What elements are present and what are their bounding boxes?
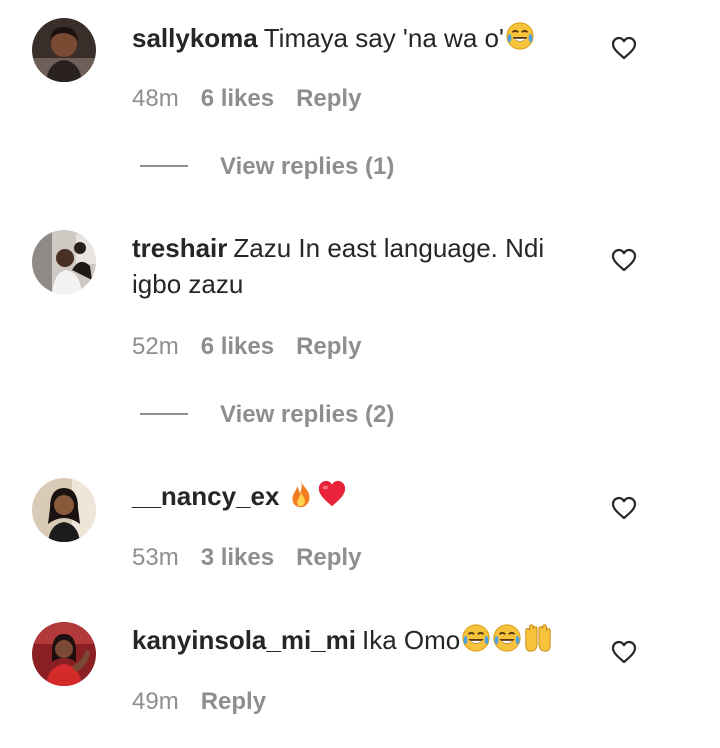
comment-text: treshair Zazu In east language. Ndi igbo … [132,230,582,302]
comment-username[interactable]: treshair [132,233,227,263]
view-replies-label: View replies (1) [220,153,395,180]
avatar[interactable] [32,230,96,294]
comment-likes[interactable]: 3 likes [201,544,274,571]
comment-username[interactable]: __nancy_ex [132,481,279,511]
reply-button[interactable]: Reply [296,85,361,112]
comment-likes[interactable]: 6 likes [201,85,274,112]
comment-time: 53m [132,544,179,571]
divider-line [140,164,188,167]
laughing-tears-emoji-icon [505,21,535,51]
fire-emoji-icon [286,479,316,509]
comment-username[interactable]: sallykoma [132,23,258,53]
avatar[interactable] [32,622,96,686]
comment-time: 49m [132,688,179,715]
comment-time: 48m [132,85,179,112]
comment-body: Ika Omo [362,625,461,655]
divider-line [140,412,188,415]
reply-button[interactable]: Reply [201,688,266,715]
comment-meta: 53m 3 likes Reply [132,543,383,573]
comment-likes[interactable]: 6 likes [201,333,274,360]
comment-text: sallykoma Timaya say 'na wa o' [132,20,582,56]
comment-meta: 49m Reply [132,687,288,717]
like-heart-icon[interactable] [610,246,638,274]
like-heart-icon[interactable] [610,638,638,666]
view-replies-button[interactable]: View replies (1) [140,152,394,182]
avatar[interactable] [32,18,96,82]
avatar[interactable] [32,478,96,542]
reply-button[interactable]: Reply [296,333,361,360]
comment-text: __nancy_ex [132,478,582,514]
view-replies-label: View replies (2) [220,401,395,428]
reply-button[interactable]: Reply [296,544,361,571]
comment-text: kanyinsola_mi_mi Ika Omo [132,622,582,658]
red-heart-emoji-icon [317,479,347,509]
like-heart-icon[interactable] [610,494,638,522]
laughing-tears-emoji-icon [492,623,522,653]
view-replies-button[interactable]: View replies (2) [140,400,394,430]
comment-username[interactable]: kanyinsola_mi_mi [132,625,356,655]
raised-hands-emoji-icon [523,623,553,653]
comment-meta: 52m 6 likes Reply [132,332,383,362]
like-heart-icon[interactable] [610,34,638,62]
laughing-tears-emoji-icon [461,623,491,653]
comment-body: Timaya say 'na wa o' [263,23,504,53]
comment-time: 52m [132,333,179,360]
comment-meta: 48m 6 likes Reply [132,84,383,114]
